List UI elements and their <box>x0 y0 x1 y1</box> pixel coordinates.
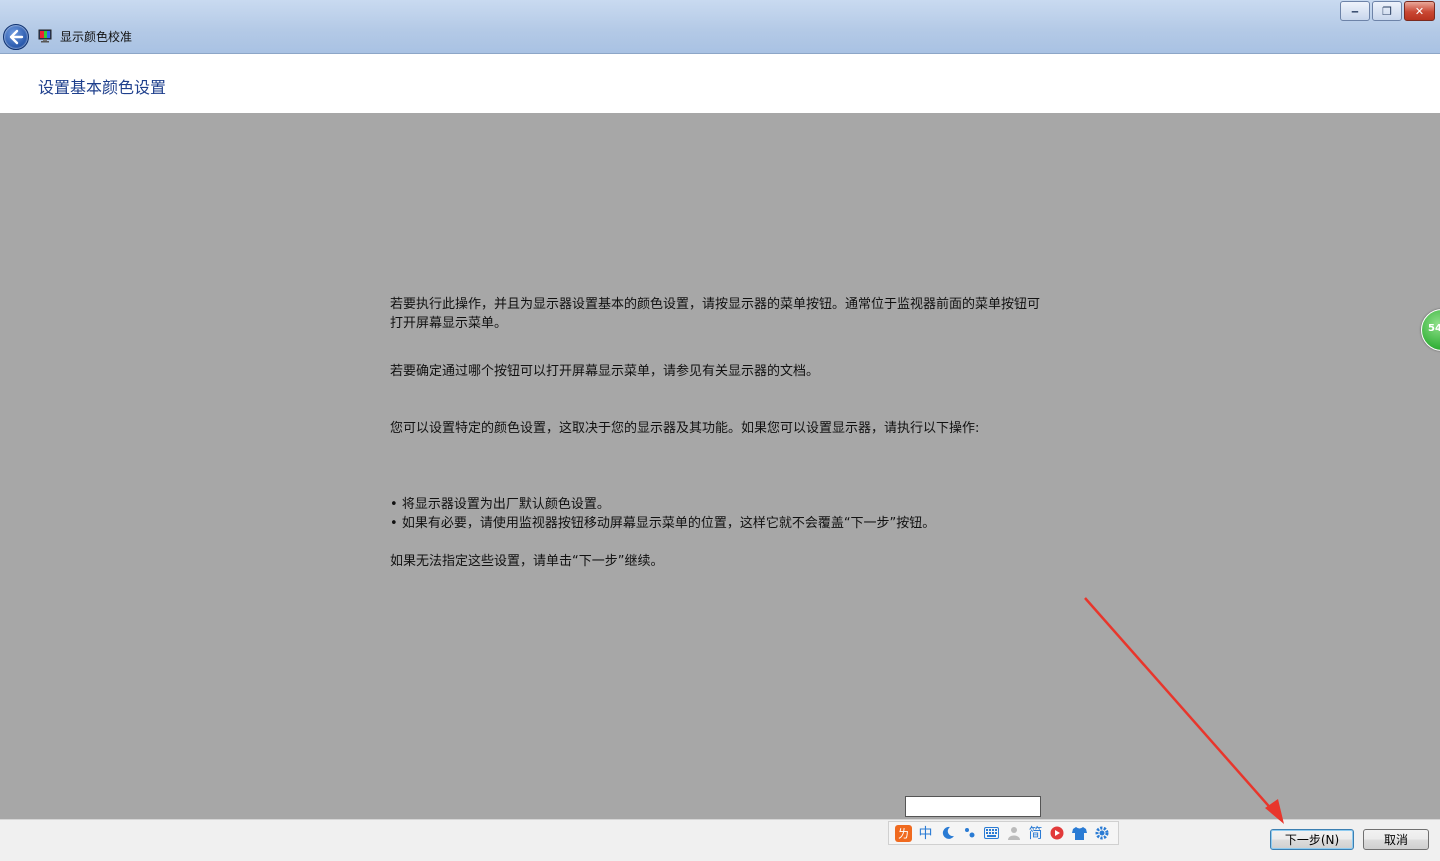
window-controls: ‒ ❐ ✕ <box>1340 1 1435 21</box>
window-title: 显示颜色校准 <box>60 30 133 44</box>
ime-composition-input[interactable] <box>905 796 1041 817</box>
minimize-icon: ‒ <box>1351 4 1359 18</box>
instruction-paragraph-1: 若要执行此操作，并且为显示器设置基本的颜色设置，请按显示器的菜单按钮。通常位于监… <box>390 297 1041 331</box>
instruction-paragraph-3: 您可以设置特定的颜色设置，这取决于您的显示器及其功能。如果您可以设置显示器，请执… <box>390 421 980 436</box>
page-title: 设置基本颜色设置 <box>38 78 167 97</box>
skin-icon[interactable] <box>1071 825 1088 842</box>
list-item: 将显示器设置为出厂默认颜色设置。 <box>390 495 1040 514</box>
instruction-paragraph-4: 如果无法指定这些设置，请单击“下一步”继续。 <box>390 554 664 569</box>
close-button[interactable]: ✕ <box>1404 1 1435 21</box>
settings-icon[interactable] <box>1093 825 1110 842</box>
close-icon: ✕ <box>1414 4 1425 18</box>
restore-button[interactable]: ❐ <box>1372 1 1402 21</box>
next-button[interactable]: 下一步(N) <box>1270 829 1354 850</box>
minimize-button[interactable]: ‒ <box>1340 1 1370 21</box>
page-header: 设置基本颜色设置 <box>0 54 1440 113</box>
back-arrow-icon <box>9 29 24 45</box>
list-item: 如果有必要，请使用监视器按钮移动屏幕显示菜单的位置，这样它就不会覆盖“下一步”按… <box>390 514 1040 533</box>
back-button[interactable] <box>3 24 29 50</box>
cancel-button[interactable]: 取消 <box>1363 829 1429 850</box>
instruction-paragraph-2: 若要确定通过哪个按钮可以打开屏幕显示菜单，请参见有关显示器的文档。 <box>390 364 820 379</box>
ime-mode-chinese[interactable]: 中 <box>917 825 934 842</box>
badge-value: 54 <box>1428 323 1440 334</box>
simplified-icon[interactable]: 简 <box>1027 825 1044 842</box>
title-bar: 显示颜色校准 ‒ ❐ ✕ <box>0 0 1440 54</box>
bottom-bar <box>0 819 1440 861</box>
instruction-list: 将显示器设置为出厂默认颜色设置。 如果有必要，请使用监视器按钮移动屏幕显示菜单的… <box>390 495 1040 533</box>
restore-icon: ❐ <box>1382 4 1392 18</box>
monitor-icon <box>38 29 52 43</box>
user-icon[interactable] <box>1005 825 1022 842</box>
video-icon[interactable] <box>1049 825 1066 842</box>
floating-badge[interactable]: 54 <box>1421 309 1440 351</box>
keyboard-icon[interactable] <box>983 825 1000 842</box>
ime-toolbar: ㄌ 中 简 <box>888 821 1119 845</box>
moon-icon[interactable] <box>939 825 956 842</box>
ime-logo-icon[interactable]: ㄌ <box>895 824 912 842</box>
punctuation-icon[interactable] <box>961 825 978 842</box>
